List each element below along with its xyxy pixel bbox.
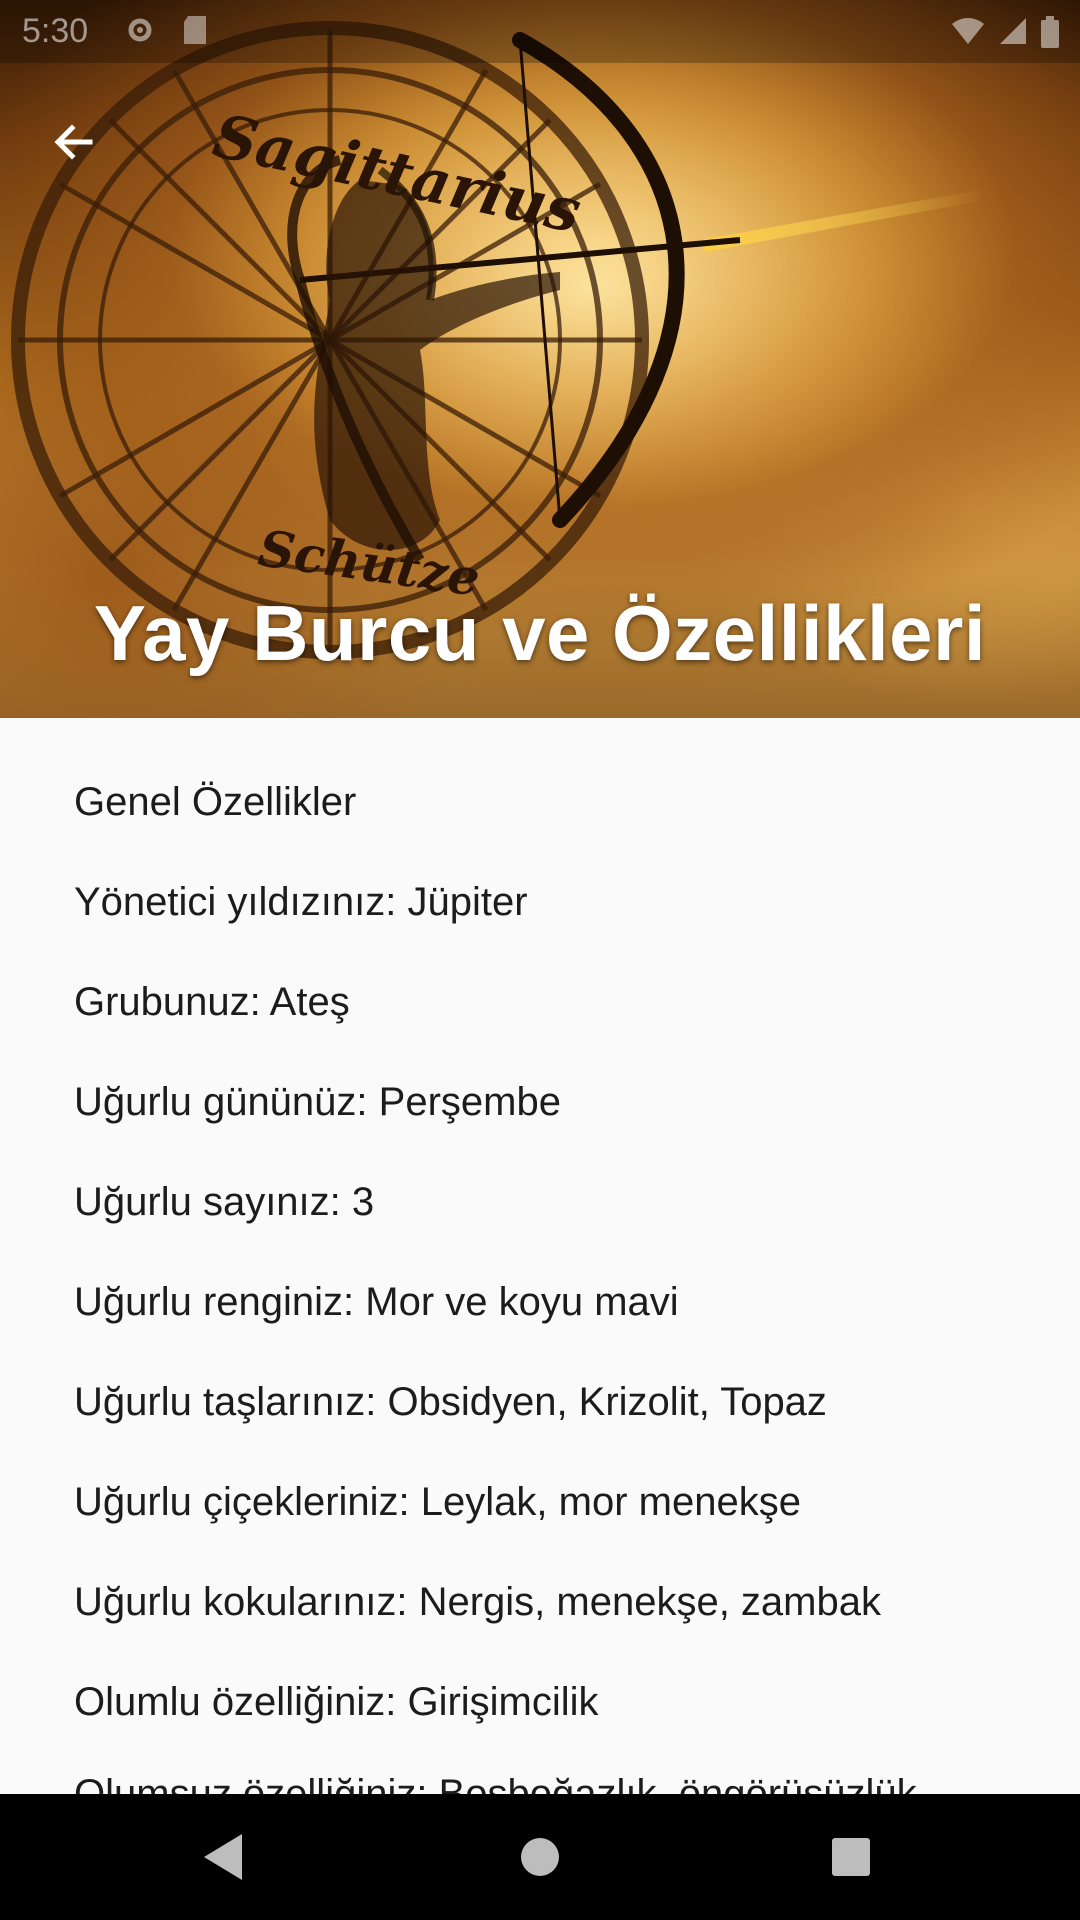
- detail-lucky-color: Uğurlu renginiz: Mor ve koyu mavi: [74, 1280, 679, 1324]
- triangle-back-icon[interactable]: [190, 1822, 260, 1892]
- status-indicators: [950, 16, 1060, 48]
- navigation-bar: [0, 1794, 1080, 1920]
- square-recents-icon[interactable]: [816, 1822, 886, 1892]
- header-image: Sagittarius Schütze Yay Burcu ve Özellik…: [0, 0, 1080, 718]
- detail-group: Grubunuz: Ateş: [74, 980, 350, 1024]
- detail-lucky-scents: Uğurlu kokularınız: Nergis, menekşe, zam…: [74, 1580, 881, 1624]
- detail-lucky-flowers: Uğurlu çiçekleriniz: Leylak, mor menekşe: [74, 1480, 801, 1524]
- detail-positive-trait: Olumlu özelliğiniz: Girişimcilik: [74, 1680, 599, 1724]
- back-button[interactable]: [38, 106, 110, 178]
- settings-gear-icon: [128, 18, 152, 42]
- page-title: Yay Burcu ve Özellikleri: [93, 589, 987, 677]
- detail-lucky-day: Uğurlu gününüz: Perşembe: [74, 1080, 561, 1124]
- signal-icon: [1000, 18, 1026, 44]
- battery-icon: [1041, 16, 1059, 48]
- arrow-back-icon: [54, 124, 93, 160]
- zodiac-details: Genel Özellikler Yönetici yıldızınız: Jü…: [0, 718, 1080, 1794]
- circle-home-icon[interactable]: [505, 1822, 575, 1892]
- sd-card-icon: [184, 16, 206, 44]
- detail-lucky-number: Uğurlu sayınız: 3: [74, 1180, 375, 1224]
- status-time: 5:30: [22, 12, 89, 50]
- detail-negative-trait: Olumsuz özelliğiniz: Boşboğazlık, öngörü…: [74, 1772, 917, 1794]
- detail-lucky-stones: Uğurlu taşlarınız: Obsidyen, Krizolit, T…: [74, 1380, 827, 1424]
- wifi-icon: [952, 18, 984, 44]
- section-heading: Genel Özellikler: [74, 780, 357, 824]
- detail-ruling-planet: Yönetici yıldızınız: Jüpiter: [74, 880, 528, 924]
- status-bar: 5:30: [0, 0, 1080, 63]
